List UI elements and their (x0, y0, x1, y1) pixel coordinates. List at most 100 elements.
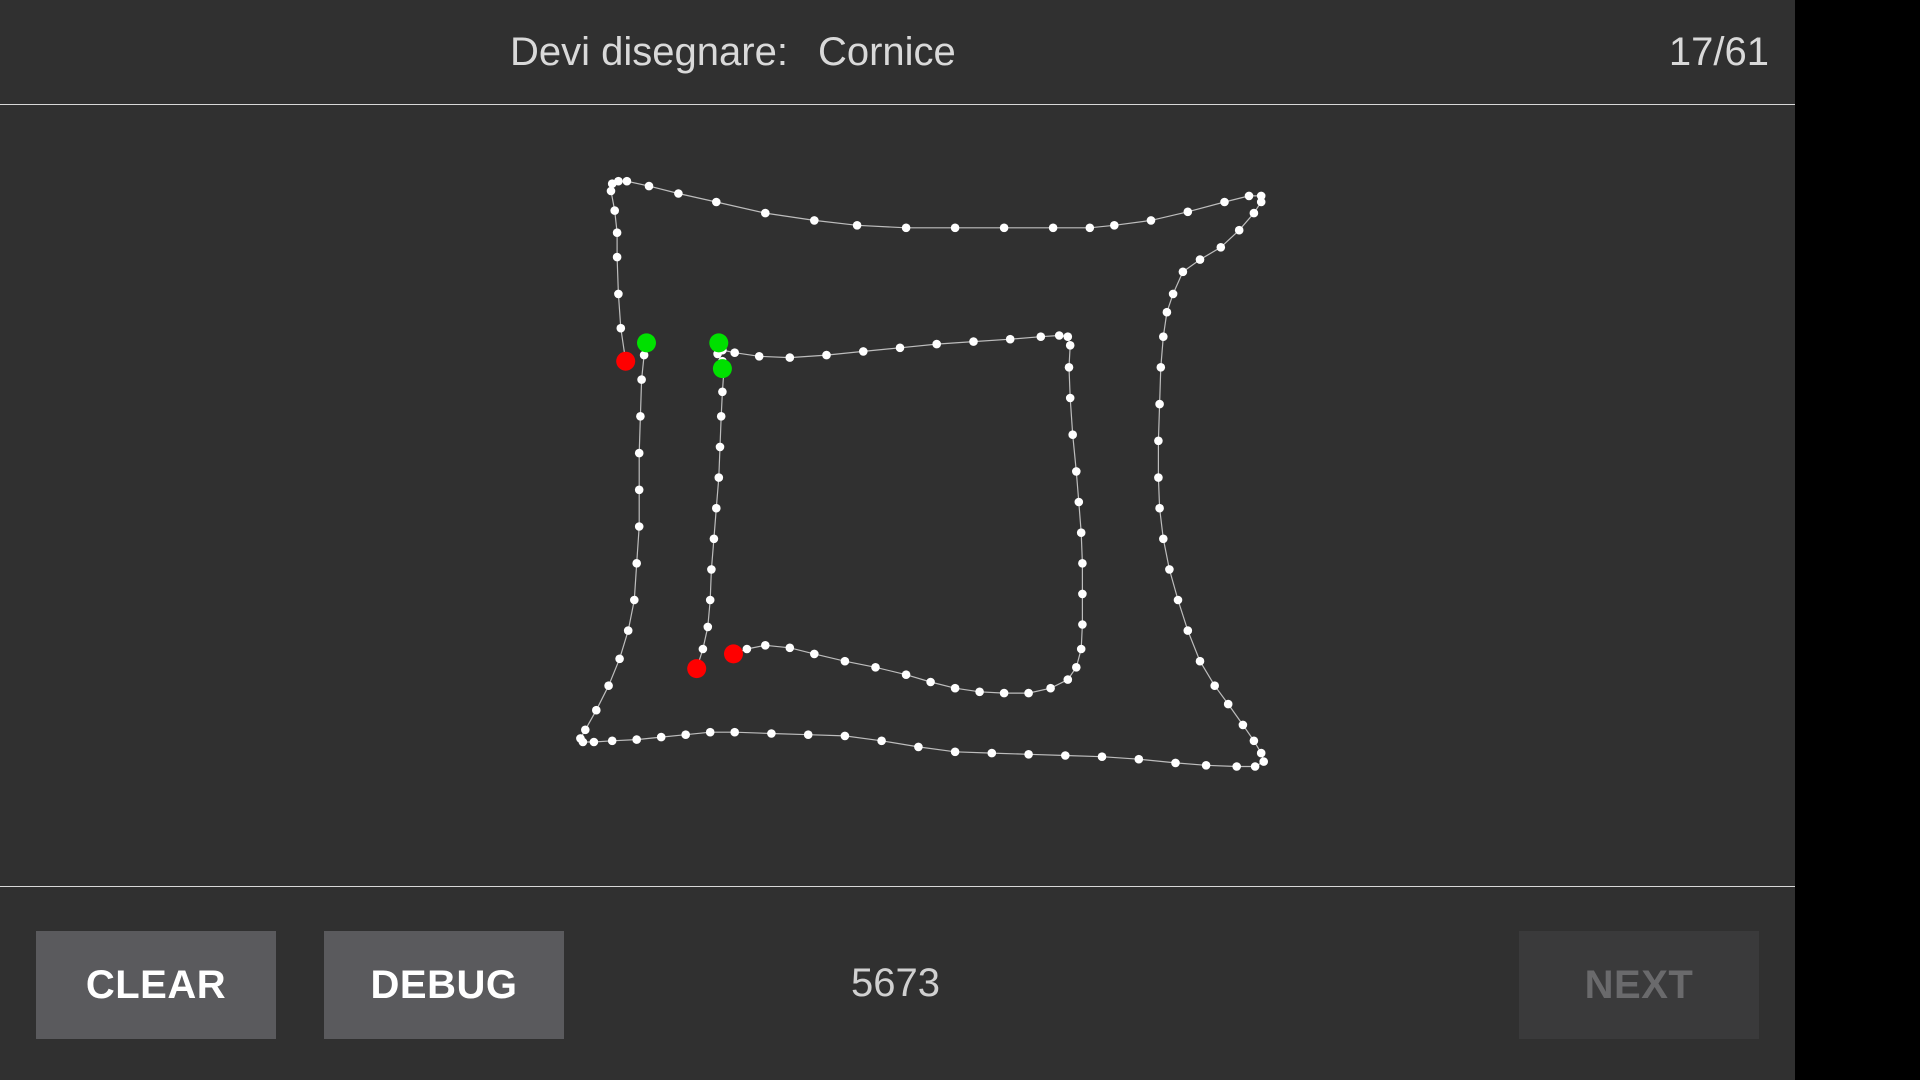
stroke-point (1078, 589, 1087, 599)
stroke-point (1173, 595, 1183, 605)
debug-button[interactable]: DEBUG (324, 931, 564, 1039)
stroke-point (1183, 207, 1193, 217)
stroke-point (926, 677, 935, 687)
stroke-point (705, 595, 715, 605)
progress-counter: 17/61 (1668, 30, 1769, 74)
stroke-point (703, 622, 713, 632)
stroke-point (616, 323, 626, 333)
stroke-point (1156, 363, 1166, 372)
stroke-point (576, 734, 585, 743)
stroke-point (1024, 688, 1033, 698)
stroke-point (1232, 762, 1241, 771)
stroke-point (1195, 656, 1205, 666)
stroke-point (1171, 758, 1180, 768)
stroke-point (634, 485, 644, 495)
stroke-point (1165, 565, 1174, 574)
stroke-point (1256, 748, 1266, 758)
stroke-point (644, 181, 654, 191)
stroke-point (1054, 331, 1064, 340)
stroke-point (614, 176, 623, 186)
drawing-canvas[interactable] (0, 106, 1795, 886)
stroke-point (1046, 683, 1055, 693)
stroke-point (950, 747, 960, 757)
stroke-point (714, 473, 724, 482)
stroke-point (999, 688, 1009, 698)
stroke-point (636, 412, 645, 421)
stroke-point (589, 737, 599, 747)
stroke-end-marker (687, 659, 707, 679)
drawing-prompt: Devi disegnare: Cornice (510, 30, 956, 75)
stroke-point (614, 289, 623, 299)
stroke-end-marker (724, 644, 743, 664)
stroke-point (632, 735, 641, 744)
stroke-point (622, 176, 632, 186)
stroke-point (630, 595, 639, 605)
stroke-point (674, 189, 683, 198)
stroke-point (767, 729, 776, 738)
stroke-point (716, 412, 726, 421)
stroke-point (932, 339, 941, 349)
stroke-point (895, 343, 905, 353)
stroke-point (1201, 761, 1211, 770)
stroke-point (852, 221, 862, 230)
stroke-point (623, 626, 633, 635)
stroke-point (1061, 751, 1070, 760)
stroke-point (612, 252, 622, 262)
stroke-point (840, 656, 850, 666)
stroke-start-marker (637, 333, 656, 353)
stroke-point (761, 641, 770, 650)
stroke-point (1072, 467, 1081, 476)
stroke-point (822, 350, 831, 360)
stroke-point (1097, 752, 1107, 761)
stroke-point (1155, 503, 1164, 513)
stroke-point (1168, 289, 1178, 299)
stroke-point (1005, 334, 1015, 344)
stroke-point (975, 687, 984, 697)
stroke-point (1249, 736, 1259, 746)
stroke-point (1250, 762, 1260, 771)
stroke-point (709, 534, 719, 544)
stroke-point (969, 337, 978, 346)
score-value: 5673 (851, 961, 940, 1005)
stroke-point (730, 727, 739, 737)
stroke-point (754, 352, 764, 361)
stroke-point (1065, 393, 1075, 403)
stroke-point (1072, 663, 1081, 672)
stroke-point (1183, 626, 1193, 635)
stroke-point (707, 565, 716, 574)
stroke-point (634, 522, 644, 531)
stroke-point (1159, 332, 1168, 341)
inner-frame-points (692, 331, 1087, 698)
stroke-point (1076, 644, 1086, 654)
stroke-point (785, 643, 795, 653)
footer-bar: CLEAR DEBUG 5673 NEXT (0, 886, 1795, 1080)
outer-frame-stroke (579, 180, 1265, 768)
stroke-start-marker (712, 359, 732, 379)
stroke-start-marker (709, 333, 729, 353)
stroke-point (901, 223, 911, 233)
stroke-point (604, 681, 613, 690)
prompt-label: Devi disegnare: (510, 30, 788, 74)
stroke-point (1076, 528, 1086, 537)
stroke-point (612, 228, 622, 237)
stroke-point (1024, 750, 1033, 759)
stroke-point (859, 347, 868, 356)
stroke-point (950, 223, 960, 233)
stroke-point (1220, 197, 1229, 207)
stroke-point (840, 731, 850, 741)
stroke-point (1036, 332, 1046, 341)
stroke-point (581, 725, 590, 735)
clear-button[interactable]: CLEAR (36, 931, 276, 1039)
stroke-point (1155, 399, 1164, 409)
stroke-point (914, 742, 923, 752)
stroke-point (1078, 559, 1087, 568)
stroke-point (742, 644, 752, 654)
stroke-point (1134, 754, 1144, 764)
stroke-point (871, 663, 880, 672)
stroke-point (632, 559, 641, 568)
stroke-point (1146, 216, 1156, 225)
stroke-point (987, 748, 997, 758)
side-strip (1795, 0, 1920, 1080)
stroke-point (1078, 620, 1087, 629)
next-button[interactable]: NEXT (1519, 931, 1759, 1039)
